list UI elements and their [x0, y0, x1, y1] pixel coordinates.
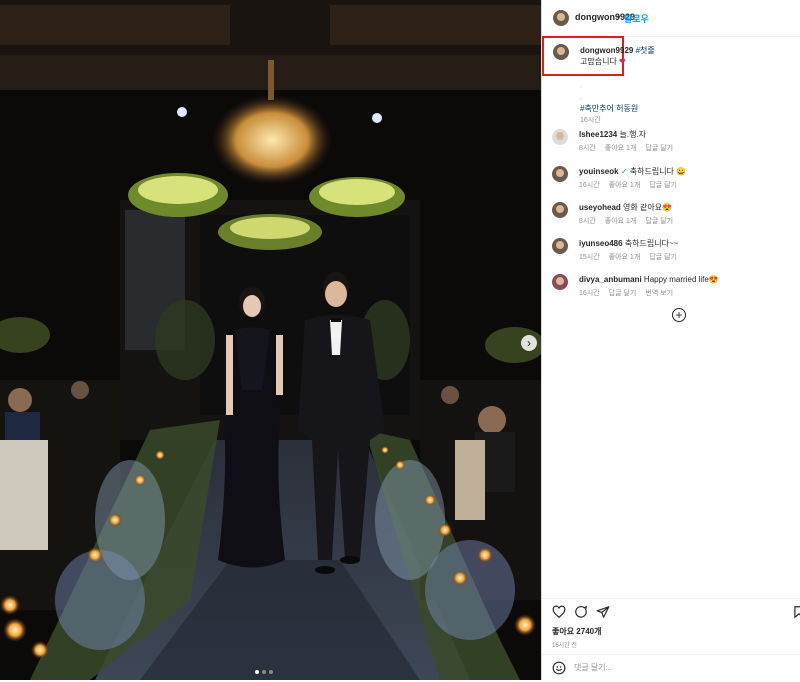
comment-bar: [542, 654, 800, 682]
comment-username[interactable]: youinseok: [579, 167, 619, 176]
avatar[interactable]: [553, 10, 569, 26]
post-detail-panel: dongwon9929 • 팔로우 dongwon9929 #첫줄 고맙습니다 …: [541, 0, 800, 680]
load-more-comments-button[interactable]: +: [672, 308, 686, 322]
comment-time: 16시간: [579, 182, 600, 189]
carousel-dot: [269, 670, 273, 674]
post-photo[interactable]: ›: [0, 0, 541, 680]
comment-avatar[interactable]: [552, 166, 568, 182]
next-photo-button[interactable]: ›: [521, 335, 537, 351]
likes-count[interactable]: 좋아요 2740개: [552, 626, 601, 637]
comment-time: 8시간: [579, 145, 596, 152]
comment-input[interactable]: [574, 663, 774, 672]
caption-time: 16시간: [580, 117, 601, 124]
caption-line2: 고맙습니다: [580, 57, 617, 66]
comment-avatar[interactable]: [552, 238, 568, 254]
follow-button[interactable]: 팔로우: [624, 12, 649, 25]
comment-likes[interactable]: 좋아요 1개: [609, 182, 641, 189]
comment-time: 16시간: [579, 290, 600, 297]
reply-button[interactable]: 답글 달기: [649, 254, 677, 261]
caption-hashtags[interactable]: #축만추어 허동원: [580, 104, 638, 113]
comment-text: 늘.행.자: [619, 130, 647, 139]
caption-dot: .: [580, 82, 582, 89]
comment-time: 15시간: [579, 254, 600, 261]
comment-time: 8시간: [579, 218, 596, 225]
comment-likes[interactable]: 좋아요 1개: [605, 145, 637, 152]
comment-text: 축하드립니다~~: [624, 239, 679, 248]
caption-hashtag-link[interactable]: #첫줄: [636, 46, 655, 55]
caption-dot: .: [580, 70, 582, 77]
bookmark-icon[interactable]: [792, 605, 800, 619]
comment-likes[interactable]: 좋아요 1개: [605, 218, 637, 225]
comment-icon[interactable]: [574, 605, 588, 619]
wedding-photo-image: [0, 0, 541, 680]
separator: •: [617, 12, 621, 22]
chevron-right-icon: ›: [527, 336, 531, 350]
comment-text: 축하드립니다 😀: [629, 167, 687, 176]
carousel-indicator: [255, 670, 273, 674]
emoji-icon[interactable]: [552, 661, 566, 675]
caption-username[interactable]: dongwon9929: [580, 46, 633, 55]
comment-username[interactable]: divya_anbumani: [579, 275, 642, 284]
share-icon[interactable]: [596, 605, 610, 619]
comment-username[interactable]: useyohead: [579, 203, 621, 212]
comment-username[interactable]: iyunseo486: [579, 239, 623, 248]
caption-dot: .: [580, 94, 582, 101]
caption-avatar[interactable]: [553, 44, 569, 60]
carousel-dot: [255, 670, 259, 674]
carousel-dot: [262, 670, 266, 674]
reply-button[interactable]: 답글 달기: [609, 290, 637, 297]
comment-text: 영화 같아요😍: [623, 203, 673, 212]
reply-button[interactable]: 답글 달기: [645, 145, 673, 152]
add-circle-icon: +: [675, 308, 683, 322]
comment-avatar[interactable]: [552, 274, 568, 290]
post-time: 16시간 전: [552, 643, 577, 649]
heart-icon[interactable]: [552, 605, 566, 619]
heart-emoji: ❤: [619, 57, 626, 66]
post-actions: 좋아요 2740개 16시간 전: [542, 598, 800, 681]
verified-badge-icon: ✓: [620, 167, 628, 176]
reply-button[interactable]: 답글 달기: [645, 218, 673, 225]
comment-username[interactable]: lshee1234: [579, 130, 617, 139]
comment-avatar[interactable]: [552, 129, 568, 145]
post-header: dongwon9929 • 팔로우: [542, 0, 800, 37]
comment-text: Happy married life😍: [643, 275, 719, 284]
comment-avatar[interactable]: [552, 202, 568, 218]
reply-button[interactable]: 답글 달기: [649, 182, 677, 189]
comment-likes[interactable]: 좋아요 1개: [609, 254, 641, 261]
translate-button[interactable]: 번역 보기: [645, 290, 673, 297]
